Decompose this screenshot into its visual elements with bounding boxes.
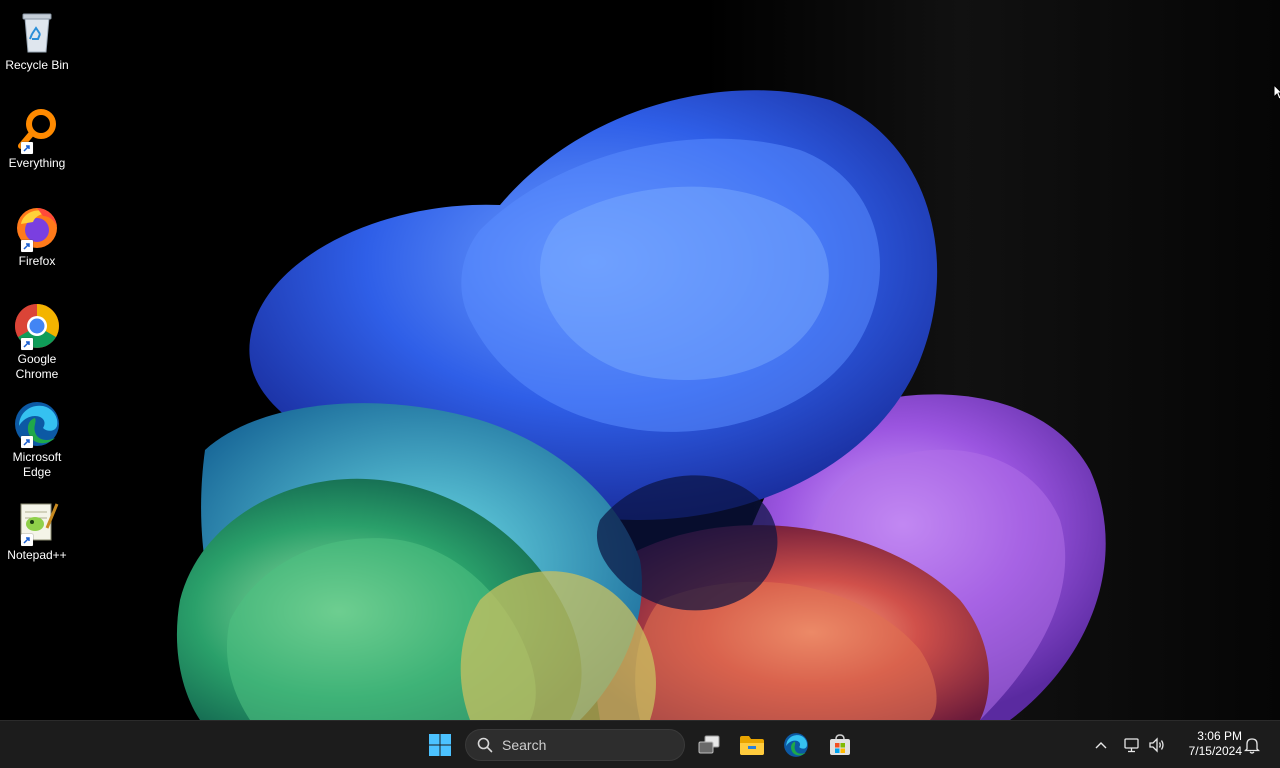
desktop-icon-label: Firefox [18, 254, 56, 268]
edge-icon [13, 400, 61, 448]
chevron-up-icon [1095, 742, 1107, 749]
taskbar-search-box[interactable]: Search [465, 729, 685, 761]
desktop-icon-firefox[interactable]: Firefox [2, 204, 72, 269]
network-icon [1124, 738, 1139, 753]
wallpaper-bloom [0, 0, 1280, 720]
file-explorer-button[interactable] [735, 728, 769, 762]
desktop-icon-google-chrome[interactable]: Google Chrome [2, 302, 72, 382]
taskbar-clock[interactable]: 3:06 PM 7/15/2024 [1176, 729, 1242, 759]
windows-logo-icon [429, 734, 451, 756]
desktop-icon-everything[interactable]: Everything [2, 106, 72, 171]
edge-icon [784, 733, 808, 757]
bell-icon [1244, 738, 1260, 754]
desktop-icon-recycle-bin[interactable]: Recycle Bin [2, 8, 72, 73]
chrome-icon [13, 302, 61, 350]
start-button[interactable] [423, 728, 457, 762]
desktop-icon-microsoft-edge[interactable]: Microsoft Edge [2, 400, 72, 480]
mouse-cursor-icon [1273, 84, 1280, 100]
speaker-icon [1149, 737, 1164, 753]
desktop-icon-notepad-plus-plus[interactable]: Notepad++ [2, 498, 72, 563]
everything-search-icon [13, 106, 61, 154]
desktop-icon-label: Recycle Bin [5, 58, 69, 72]
search-icon [477, 737, 493, 753]
desktop-icon-label: Microsoft Edge [12, 450, 62, 479]
firefox-icon [13, 204, 61, 252]
store-bag-icon [830, 734, 850, 755]
search-placeholder: Search [502, 737, 547, 753]
microsoft-store-button[interactable] [823, 728, 857, 762]
shortcut-arrow-icon [21, 142, 33, 154]
shortcut-arrow-icon [21, 240, 33, 252]
network-tray-button[interactable] [1122, 735, 1142, 755]
task-view-icon [698, 735, 720, 754]
desktop: Recycle Bin Everything Firefox Google Ch… [0, 0, 1280, 720]
clock-time: 3:06 PM [1197, 729, 1242, 743]
clock-date: 7/15/2024 [1188, 744, 1242, 758]
notepad-plus-plus-icon [13, 498, 61, 546]
notifications-button[interactable] [1242, 735, 1262, 755]
desktop-icon-label: Google Chrome [15, 352, 59, 381]
shortcut-arrow-icon [21, 436, 33, 448]
task-view-button[interactable] [692, 728, 726, 762]
show-hidden-icons-button[interactable] [1091, 735, 1111, 755]
recycle-bin-icon [13, 8, 61, 56]
shortcut-arrow-icon [21, 534, 33, 546]
taskbar: Search 3:06 PM 7/15/2024 [0, 720, 1280, 768]
desktop-icon-label: Notepad++ [7, 548, 67, 562]
desktop-icon-label: Everything [8, 156, 66, 170]
edge-button[interactable] [779, 728, 813, 762]
shortcut-arrow-icon [21, 338, 33, 350]
volume-tray-button[interactable] [1147, 735, 1167, 755]
folder-icon [740, 736, 764, 755]
